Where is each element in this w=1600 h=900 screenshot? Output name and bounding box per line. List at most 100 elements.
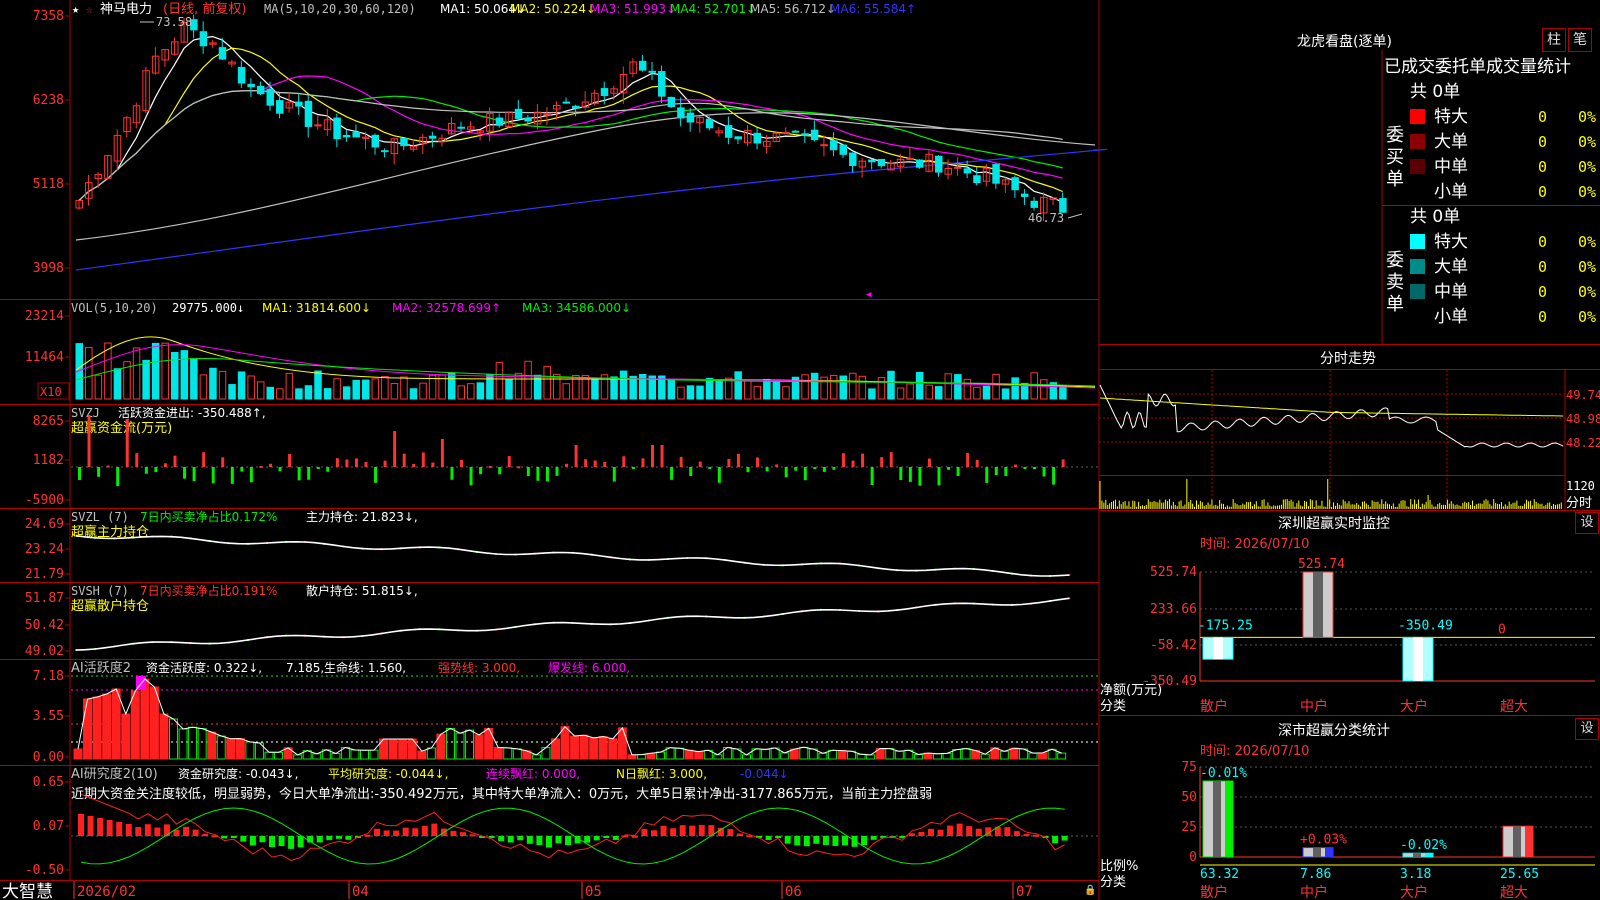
dragon-panel[interactable]: 龙虎看盘(逐单) 已成交委托单成交量统计 共 0单委买单特大 0 0%大单 0 0%中单… <box>1297 33 1596 327</box>
volume-bar <box>371 378 380 400</box>
ai2-bar <box>641 829 648 836</box>
ai1-bar <box>856 753 866 760</box>
svzj-bar <box>593 460 597 467</box>
lock-icon[interactable]: 🔒 <box>1084 884 1096 896</box>
volume-bar <box>447 372 456 400</box>
svzj-bar <box>689 467 693 477</box>
y-tick: 24.69 <box>25 517 64 532</box>
legend-swatch <box>1410 159 1425 174</box>
sz-monitor-panel[interactable]: 深圳超赢实时监控 时间: 2026/07/10 525.74 233.66 -58.… <box>1100 515 1595 715</box>
ai1-bar <box>331 753 341 760</box>
ai1-bar <box>598 736 608 760</box>
candle-body <box>381 150 389 153</box>
svzj-bar <box>956 467 960 477</box>
info-icon[interactable]: ☆ <box>86 3 93 16</box>
legend-swatch <box>1410 259 1425 274</box>
sh-stats-panel[interactable]: 深市超赢分类统计 时间: 2026/07/10 75 50 25 0 -0.01% 63.… <box>1100 722 1595 900</box>
bar-mode-button[interactable]: 柱 <box>1542 28 1566 52</box>
ai2-bar <box>374 828 381 836</box>
date-axis: 大智慧 2026/02 04 05 06 07 🔒 <box>2 881 1096 900</box>
ai2-bar <box>870 836 877 840</box>
volume-bar <box>256 381 265 400</box>
svzj-bar <box>507 456 511 467</box>
ai2-bar <box>1004 827 1011 836</box>
ai1-bar <box>245 741 255 760</box>
ai1-bars <box>71 675 1098 760</box>
ai1-bar <box>159 713 169 760</box>
ai2-bar <box>230 836 237 838</box>
ai-research-panel[interactable]: AI研究度2(10) 资金研究度: -0.043↓, 平均研究度: -0.044↓… <box>25 766 1098 878</box>
sh-category: 大户 <box>1400 884 1428 900</box>
sh-time: 时间: 2026/07/10 <box>1200 744 1309 759</box>
ai1-bar <box>149 686 159 760</box>
y-tick: 21.79 <box>25 567 64 582</box>
ai1-bar <box>579 734 589 760</box>
svzj-bar <box>994 467 998 476</box>
ai1-bar <box>942 752 952 760</box>
minute-y-tick: 48.22 <box>1566 436 1600 450</box>
volume-bar <box>992 373 1000 400</box>
candle-body <box>514 108 523 119</box>
kline-panel[interactable]: ★ ☆ 神马电力 (日线, 前复权) MA(5,10,20,30,60,120)… <box>33 1 1108 300</box>
minute-chart-panel[interactable]: 分时走势 49.74 48.98 48.22 1120 分时 <box>1099 351 1600 511</box>
ai2-comment: 近期大资金关注度较低，明显弱势，今日大单净流出:-350.492万元，其中特大单… <box>71 786 932 802</box>
svzl-pct: 7日内买卖净占比0.172% <box>140 509 277 524</box>
ai2-bar <box>660 825 667 836</box>
volume-bar <box>591 377 599 400</box>
ma-legend-item: MA4: 52.701↓ <box>670 2 756 16</box>
svzj-panel[interactable]: SVZJ 活跃资金进出: -350.488↑, 超赢资金流(万元) 8265 11… <box>25 405 1098 508</box>
sz-settings-button[interactable]: 设 <box>1575 512 1599 534</box>
ai1-bar <box>503 747 513 760</box>
svzj-bar <box>1023 467 1027 469</box>
ai2-bar <box>670 828 677 836</box>
x-tick: 06 <box>785 884 802 900</box>
svzl-panel[interactable]: SVZL (7) 7日内买卖净占比0.172% 主力持仓: 21.823↓, 超… <box>25 509 1071 582</box>
ai2-bar <box>689 825 696 836</box>
sz-time: 时间: 2026/07/10 <box>1200 537 1309 552</box>
chart-canvas[interactable]: ★ ☆ 神马电力 (日线, 前复权) MA(5,10,20,30,60,120)… <box>0 0 1600 900</box>
volume-bar <box>858 375 867 400</box>
svsh-panel[interactable]: SVSH (7) 7日内买卖净占比0.191% 散户持仓: 51.815↓, 超… <box>25 583 1071 659</box>
svzj-subtitle: 超赢资金流(万元) <box>71 420 172 436</box>
sz-y-label: 净额(万元) <box>1100 683 1162 698</box>
order-side-label: 委 <box>1386 125 1404 146</box>
svsh-hold: 散户持仓: 51.815↓, <box>306 583 418 598</box>
svzj-bar <box>679 456 683 467</box>
sh-settings-button[interactable]: 设 <box>1575 718 1599 740</box>
sz-bar-label: -350.49 <box>1398 618 1453 633</box>
ai1-legend: 资金活跃度: 0.322↓, 7.185, 生命线: 1.560, 强势线: 3.00… <box>146 660 630 675</box>
candle-body <box>724 125 733 138</box>
ai1-bar <box>894 750 904 760</box>
y-tick: 0.00 <box>33 750 64 765</box>
candlesticks[interactable] <box>75 14 1067 222</box>
ai2-bar <box>297 836 304 848</box>
candle-body <box>677 107 685 119</box>
volume-panel[interactable]: VOL(5,10,20) 29775.000↓ MA1: 31814.600↓ M… <box>25 301 1096 400</box>
tick-mode-button[interactable]: 笔 <box>1568 28 1592 52</box>
sh-bar-value: 7.86 <box>1300 867 1331 882</box>
sz-bar-label: -175.25 <box>1198 618 1253 633</box>
ai2-bar <box>1052 836 1059 844</box>
svzj-bar <box>832 467 836 470</box>
candle-body <box>791 130 800 133</box>
ai2-bar <box>335 836 342 839</box>
ai-activity-panel[interactable]: AI活跃度2 资金活跃度: 0.322↓, 7.185, 生命线: 1.560, 强势… <box>33 660 1098 765</box>
ai2-bar <box>593 836 600 841</box>
volume-bar <box>314 370 322 400</box>
ai2-bar <box>97 818 104 836</box>
y-tick: 49.02 <box>25 644 64 659</box>
svzj-bar <box>765 467 769 472</box>
ai2-bar <box>202 833 209 836</box>
volume-bar <box>887 370 895 400</box>
svzj-bar <box>278 467 282 472</box>
volume-bar <box>161 342 169 400</box>
ai1-bar <box>169 718 178 760</box>
sh-category: 散户 <box>1200 884 1228 900</box>
order-pct: 0% <box>1578 283 1596 301</box>
x-tick: 07 <box>1016 884 1033 900</box>
svzj-bar <box>1013 464 1017 467</box>
svzj-bar <box>670 467 674 480</box>
candle-body <box>247 83 255 88</box>
ai1-legend-item: 7.185, <box>286 661 324 675</box>
svzl-y-axis: 24.69 23.24 21.79 <box>25 517 70 582</box>
